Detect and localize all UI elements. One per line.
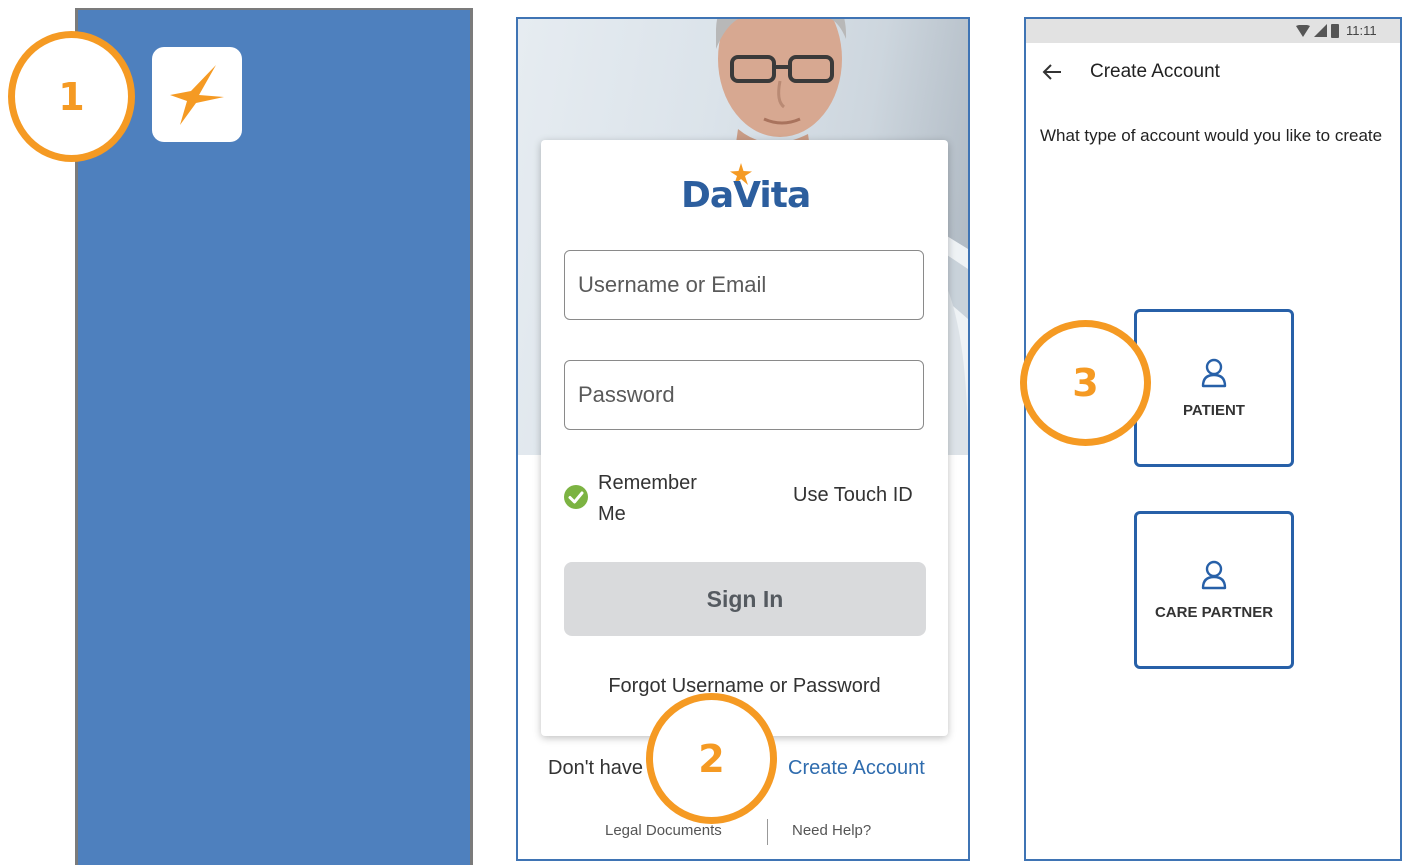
davita-app-icon[interactable] — [152, 47, 242, 142]
battery-icon — [1331, 24, 1339, 38]
signal-icon — [1314, 24, 1327, 37]
account-type-prompt: What type of account would you like to c… — [1040, 126, 1383, 145]
patient-option-label: PATIENT — [1183, 401, 1245, 419]
forgot-credentials-link[interactable]: Forgot Username or Password — [541, 675, 948, 698]
care-partner-option-card[interactable]: CARE PARTNER — [1134, 511, 1294, 669]
person-icon — [1201, 560, 1227, 589]
person-icon — [1201, 358, 1227, 387]
wifi-icon — [1296, 25, 1310, 37]
need-help-link[interactable]: Need Help? — [792, 822, 871, 839]
create-account-link[interactable]: Create Account — [788, 757, 925, 780]
username-input[interactable] — [564, 250, 924, 320]
step-badge-1: 1 — [8, 31, 135, 162]
care-partner-option-label: CARE PARTNER — [1154, 603, 1274, 621]
splash-screen — [75, 8, 473, 865]
step-badge-2: 2 — [646, 693, 777, 824]
sign-in-button[interactable]: Sign In — [564, 562, 926, 636]
back-arrow-icon[interactable] — [1042, 63, 1062, 81]
legal-documents-link[interactable]: Legal Documents — [605, 822, 722, 839]
login-card: DaVita Remember Me Use Touch ID Sign In … — [541, 140, 948, 736]
status-bar: 11:11 — [1026, 19, 1400, 43]
step-badge-3: 3 — [1020, 320, 1151, 446]
footer-divider — [767, 819, 768, 845]
davita-star-icon — [170, 64, 224, 125]
page-title: Create Account — [1090, 61, 1220, 82]
touch-id-link[interactable]: Use Touch ID — [793, 484, 913, 507]
check-icon — [568, 491, 584, 504]
remember-me-label: Remember Me — [598, 472, 697, 525]
remember-me-checkbox[interactable] — [564, 485, 588, 509]
password-input[interactable] — [564, 360, 924, 430]
status-time: 11:11 — [1346, 23, 1377, 38]
patient-option-card[interactable]: PATIENT — [1134, 309, 1294, 467]
davita-logo: DaVita — [681, 163, 821, 217]
